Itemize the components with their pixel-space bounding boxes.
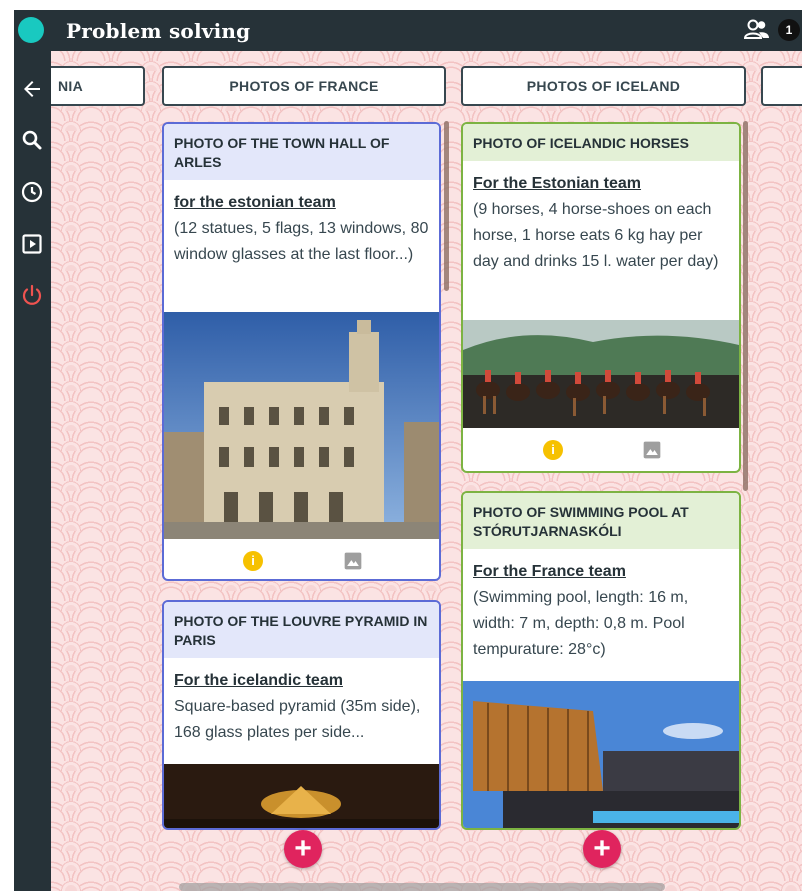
card-title: PHOTO OF THE TOWN HALL OF ARLES [164,124,439,180]
card-body: For the icelandic team Square-based pyra… [164,658,439,756]
card-swimming-pool[interactable]: PHOTO OF SWIMMING POOL AT STÓRUTJARNASKÓ… [461,491,741,830]
france-column-scrollbar[interactable] [444,121,449,291]
card-footer: i [463,431,739,467]
card-louvre[interactable]: PHOTO OF THE LOUVRE PYRAMID IN PARIS For… [162,600,441,830]
clock-icon[interactable] [20,180,44,204]
column-header-estonia[interactable]: NIA [51,66,145,106]
card-text: (9 horses, 4 horse-shoes on each horse, … [473,201,719,270]
power-icon[interactable] [20,283,44,307]
arrow-back-icon[interactable] [20,77,44,101]
louvre-pyramid-photo [164,764,439,828]
image-icon[interactable] [642,440,662,460]
card-body: for the estonian team (12 statues, 5 fla… [164,180,439,278]
card-footer: i [164,542,439,578]
column-header-france[interactable]: PHOTOS OF FRANCE [162,66,446,106]
card-arles[interactable]: PHOTO OF THE TOWN HALL OF ARLES for the … [162,122,441,581]
card-body: For the France team (Swimming pool, leng… [463,549,739,673]
sidebar [14,51,51,891]
image-icon[interactable] [343,551,363,571]
user-count-badge: 1 [778,19,800,41]
info-icon[interactable]: i [243,551,263,571]
icelandic-horses-photo [463,320,739,428]
play-box-icon[interactable] [20,232,44,256]
swimming-pool-photo [463,681,739,828]
card-title: PHOTO OF ICELANDIC HORSES [463,124,739,161]
board-horizontal-scrollbar[interactable] [179,883,665,891]
iceland-column-scrollbar[interactable] [743,121,748,491]
card-text: (12 statues, 5 flags, 13 windows, 80 win… [174,220,429,263]
card-text: Square-based pyramid (35m side), 168 gla… [174,698,421,741]
users-icon[interactable] [744,19,770,41]
card-title: PHOTO OF SWIMMING POOL AT STÓRUTJARNASKÓ… [463,493,739,549]
column-header-iceland[interactable]: PHOTOS OF ICELAND [461,66,746,106]
add-card-button-france[interactable]: + [284,830,322,868]
card-link[interactable]: for the estonian team [174,194,336,211]
column-header-next[interactable] [761,66,802,106]
add-card-button-iceland[interactable]: + [583,830,621,868]
info-icon[interactable]: i [543,440,563,460]
arles-town-hall-photo [164,312,439,539]
card-text: (Swimming pool, length: 16 m, width: 7 m… [473,589,689,658]
top-bar: Problem solving 1 [14,10,802,51]
card-link[interactable]: For the icelandic team [174,672,343,689]
search-icon[interactable] [20,128,44,152]
card-body: For the Estonian team (9 horses, 4 horse… [463,161,739,285]
card-horses[interactable]: PHOTO OF ICELANDIC HORSES For the Estoni… [461,122,741,473]
card-link[interactable]: For the France team [473,563,626,580]
app-logo[interactable] [18,17,44,43]
board: NIA PHOTOS OF FRANCE PHOTOS OF ICELAND P… [51,51,802,891]
app-title: Problem solving [66,19,251,43]
card-title: PHOTO OF THE LOUVRE PYRAMID IN PARIS [164,602,439,658]
card-link[interactable]: For the Estonian team [473,175,641,192]
